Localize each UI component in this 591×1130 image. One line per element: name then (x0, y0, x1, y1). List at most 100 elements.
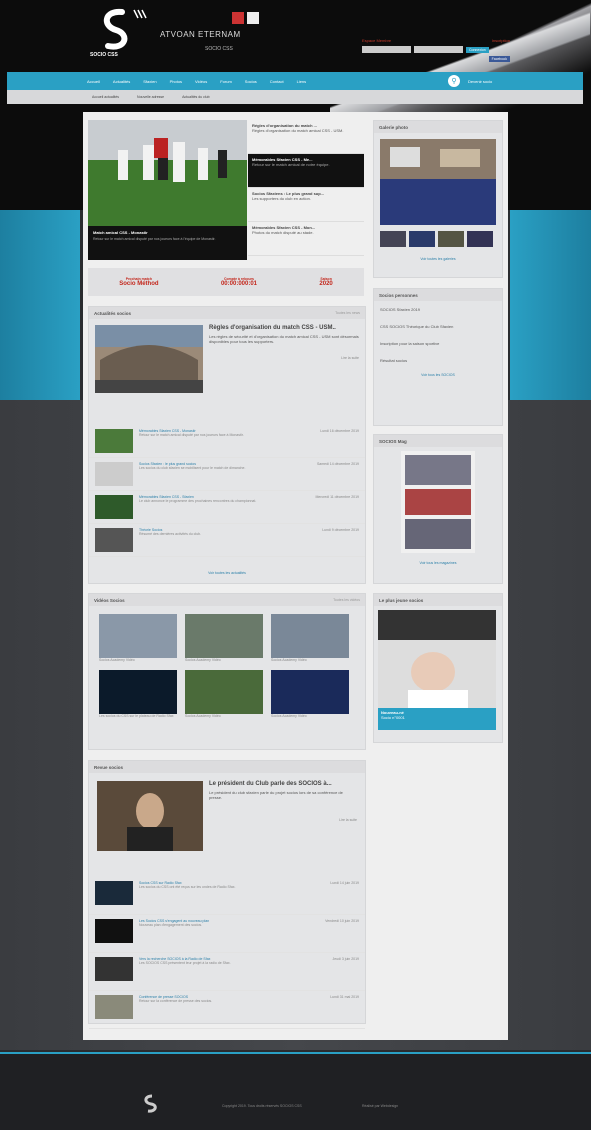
press-row[interactable]: Les Socios CSS s'engagent au nouveau pla… (89, 915, 365, 953)
press-row[interactable]: Vers la recherche SOCIOS à la Radio de S… (89, 953, 365, 991)
socios-item[interactable]: SOCIOS Sfaxien 2019 (380, 307, 496, 312)
countdown-value: Socio Méthod (119, 281, 159, 287)
gallery-thumb[interactable] (409, 231, 435, 247)
press-item-date: Vendredi 10 juin 2019 (325, 919, 359, 923)
gallery-thumb[interactable] (467, 231, 493, 247)
socios-item[interactable]: CSS SOCIOS Théorique du Club Sfaxien (380, 324, 496, 329)
login-button[interactable]: Connexion (466, 46, 489, 53)
video-caption: Socios Academy Vidéo (99, 658, 135, 662)
slideshow-list: Régles d'organisation du match ... Règle… (248, 120, 364, 260)
press-feature-image[interactable] (97, 781, 203, 851)
news-feature-text: Les règles de sécurité et d'organisation… (209, 334, 359, 344)
nav-item[interactable]: Socios (245, 79, 257, 84)
subnav-item[interactable]: Actualités du club (182, 95, 209, 99)
video-thumb (185, 614, 263, 658)
magazine-link[interactable]: Voir tous les magazines (374, 561, 502, 565)
youngest-panel-header: Le plus jeune socios (374, 594, 502, 606)
nav-right-link[interactable]: Devenir socio (468, 79, 492, 84)
news-row[interactable]: Mémorables Sfaxien CSS - Monastir Lundi 1… (89, 425, 365, 458)
press-row[interactable]: Conférence de presse SOCIOS Lundi 31 mai … (89, 991, 365, 1029)
search-icon[interactable]: ⚲ (448, 75, 460, 87)
press-thumb (95, 919, 133, 943)
slideshow-list-item[interactable]: Régles d'organisation du match ... Règle… (248, 120, 364, 154)
sub-nav: Accueil actualités Nouvelle adresse Actu… (7, 90, 583, 104)
news-thumb (95, 495, 133, 519)
press-feature-text: Le président du club sfaxien parle du pr… (209, 790, 343, 800)
facebook-button[interactable]: Facebook (488, 56, 510, 62)
video-caption: Les socios du CSS sur le plateau de Radi… (99, 714, 174, 718)
logo-text: SOCIO CSS (90, 52, 118, 58)
news-more-link[interactable]: Toutes les news (335, 311, 360, 315)
video-thumb (271, 670, 349, 714)
password-field[interactable] (414, 46, 463, 53)
gallery-thumb[interactable] (438, 231, 464, 247)
read-more-link[interactable]: Lire la suite (209, 356, 359, 360)
flag-icon[interactable] (247, 12, 259, 24)
subnav-item[interactable]: Accueil actualités (92, 95, 119, 99)
flag-icon[interactable] (232, 12, 244, 24)
nav-item[interactable]: Sfaxien (143, 79, 156, 84)
video-item[interactable]: Les socios du CSS sur le plateau de Radi… (99, 670, 177, 718)
press-item-date: Lundi 31 mai 2019 (330, 995, 359, 999)
slideshow-list-item[interactable]: Mémorables Sfaxien CSS - Mon... Photos d… (248, 222, 364, 256)
video-item[interactable]: Socios Academy Vidéo (185, 614, 263, 662)
news-feature: Règles d'organisation du match CSS - USM… (89, 319, 365, 399)
news-feature-image[interactable] (95, 325, 203, 393)
nav-item[interactable]: Photos (170, 79, 182, 84)
news-row[interactable]: Socios Sfaxien : le plus grand socios Sam… (89, 458, 365, 491)
news-feature-title[interactable]: Règles d'organisation du match CSS - USM… (209, 325, 359, 331)
socios-item[interactable]: Résultat socios (380, 358, 496, 363)
press-thumb (95, 995, 133, 1019)
press-item-date: Jeudi 3 juin 2019 (332, 957, 359, 961)
left-blue-band (0, 210, 80, 400)
footer (0, 1052, 591, 1130)
gallery-thumb[interactable] (380, 231, 406, 247)
slideshow-list-item[interactable]: Mémorables Sfaxien CSS - Me... Retour su… (248, 154, 364, 188)
socios-link[interactable]: Voir tous les SOCIOS (374, 373, 502, 377)
member-area-label: Espace Membre (362, 38, 392, 43)
all-news-link[interactable]: Voir toutes les actualités (89, 571, 365, 575)
video-item[interactable]: Socios Academy Vidéo (271, 614, 349, 662)
news-item-text: Retour sur le match amical disputé par n… (139, 433, 244, 437)
register-link[interactable]: Inscription (492, 38, 510, 43)
magazine-cover[interactable] (401, 451, 475, 553)
nav-item[interactable]: Contact (270, 79, 284, 84)
nav-item[interactable]: Vidéos (195, 79, 207, 84)
press-row[interactable]: Socios CSS sur Radio Sfax Lundi 14 juin 2… (89, 877, 365, 915)
read-more-link[interactable]: Lire la suite (209, 818, 357, 822)
news-item-text: Résumé des dernières activités du club. (139, 532, 202, 536)
gallery-link[interactable]: Voir toutes les galeries (374, 257, 502, 261)
gallery-title: Galerie photo (379, 124, 409, 130)
video-item[interactable]: Socios Academy Vidéo (271, 670, 349, 718)
magazine-panel: SOCIOS Mag Voir tous les magazines (373, 434, 503, 584)
youngest-title: Le plus jeune socios (379, 597, 424, 603)
slideshow-list-item[interactable]: Socios Sfaxiens : Le plus grand sup... L… (248, 188, 364, 222)
magazine-panel-header: SOCIOS Mag (374, 435, 502, 447)
socios-item[interactable]: Inscription pour la saison sportive (380, 341, 496, 346)
youngest-image[interactable]: Nouveau-né Socio n°0001 (378, 610, 496, 730)
news-row[interactable]: Mémorables Sfaxien CSS - Sfaxien Mercredi… (89, 491, 365, 524)
footer-credit[interactable]: Réalisé par Webdesign (362, 1104, 398, 1108)
login-box: Espace Membre Inscription Connexion Face… (362, 38, 510, 68)
magazine-title: SOCIOS Mag (379, 438, 407, 444)
nav-item[interactable]: Accueil (87, 79, 100, 84)
news-item-date: Lundi 16 décembre 2019 (320, 429, 359, 433)
subnav-item[interactable]: Nouvelle adresse (137, 95, 164, 99)
nav-item[interactable]: Liens (297, 79, 307, 84)
videos-more-link[interactable]: Toutes les vidéos (333, 598, 360, 602)
news-row[interactable]: Théorie Socios Lundi 9 décembre 2019 Résum… (89, 524, 365, 557)
gallery-thumbs (380, 231, 496, 247)
nav-item[interactable]: Actualités (113, 79, 130, 84)
news-thumb (95, 429, 133, 453)
username-field[interactable] (362, 46, 411, 53)
news-panel-header: Actualités socios Toutes les news (89, 307, 365, 319)
video-item[interactable]: Socios Academy Vidéo (99, 614, 177, 662)
gallery-main-image[interactable] (380, 139, 496, 225)
video-item[interactable]: Socios Academy Vidéo (185, 670, 263, 718)
countdown-value: 00:00:000:01 (220, 281, 257, 287)
footer-logo[interactable] (138, 1094, 168, 1114)
nav-item[interactable]: Forum (220, 79, 232, 84)
press-feature-title[interactable]: Le président du Club parle des SOCIOS à.… (209, 781, 357, 787)
video-thumb (185, 670, 263, 714)
news-panel: Actualités socios Toutes les news Règles… (88, 306, 366, 584)
